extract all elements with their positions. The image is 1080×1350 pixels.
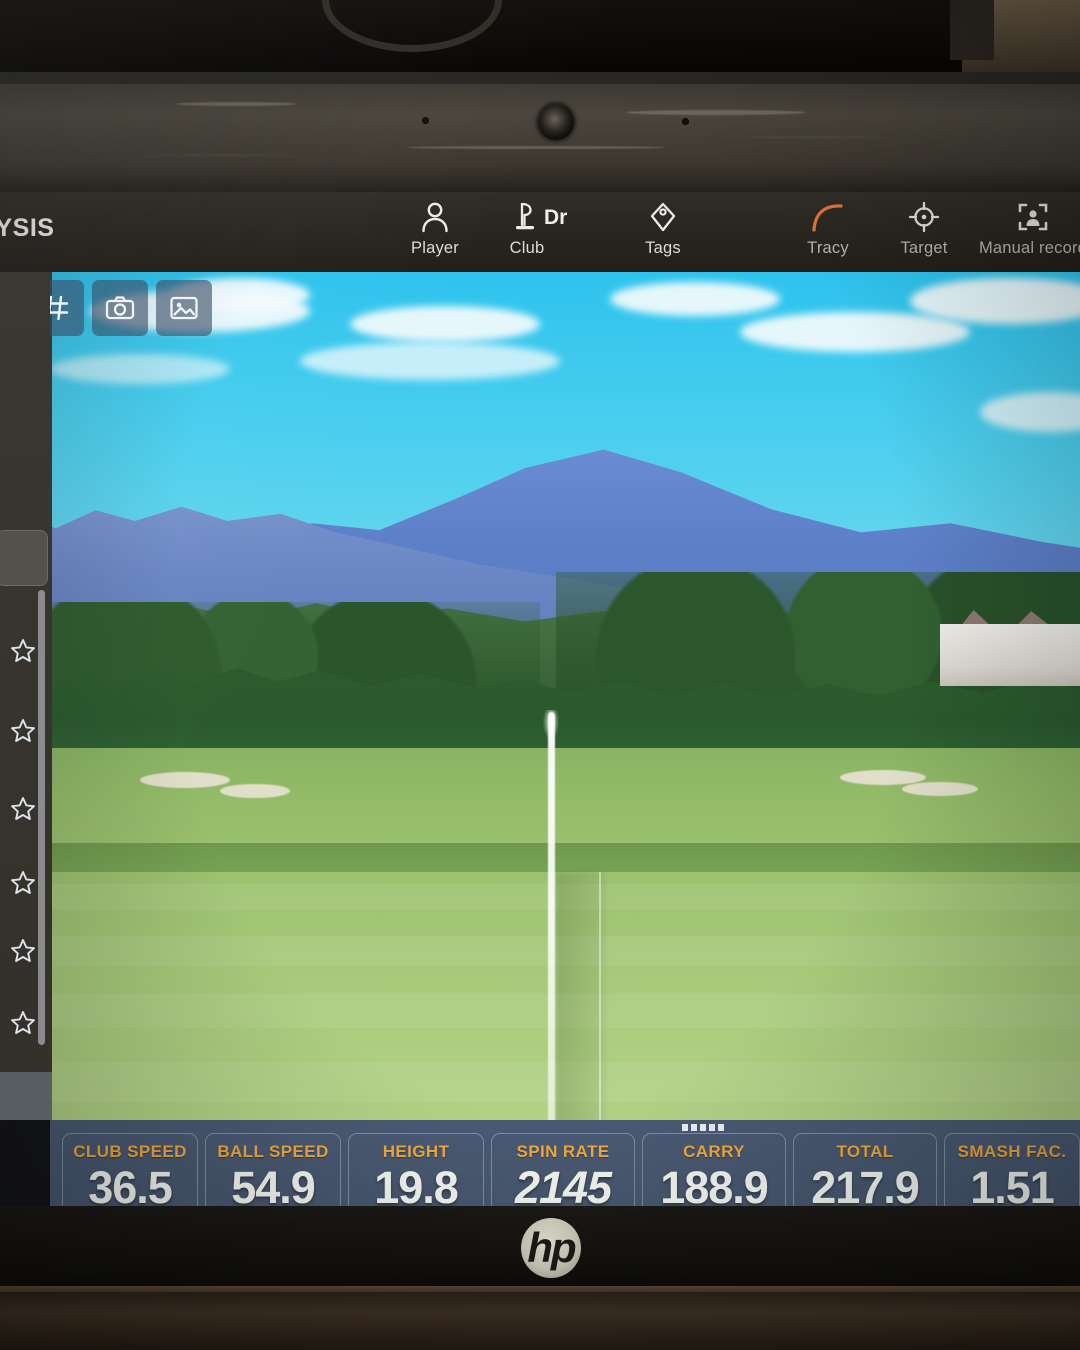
page-title: LYSIS bbox=[0, 214, 55, 242]
gallery-button[interactable] bbox=[156, 280, 212, 336]
stat-card-smash-factor[interactable]: SMASH FAC. 1.51 1.41 ±0.07 bbox=[944, 1133, 1080, 1207]
trajectory-icon bbox=[807, 200, 849, 234]
star-icon bbox=[11, 719, 35, 742]
stat-label: BALL SPEED bbox=[217, 1142, 329, 1161]
stat-card-total[interactable]: TOTAL 217.9 190.2 yds ±18.1 bbox=[793, 1133, 937, 1207]
stat-value: 217.9 bbox=[811, 1162, 920, 1207]
panel-drag-handle[interactable] bbox=[682, 1124, 724, 1131]
golf-simulator-view[interactable] bbox=[50, 272, 1080, 1120]
stat-value: 2145 bbox=[514, 1162, 612, 1207]
stat-label: HEIGHT bbox=[382, 1142, 450, 1161]
webcam-icon bbox=[538, 104, 574, 140]
shot-list-sidebar[interactable] bbox=[0, 272, 52, 1120]
star-icon bbox=[11, 639, 35, 662]
toolbar-label-tracy: Tracy bbox=[807, 239, 849, 257]
stat-card-carry[interactable]: CARRY 188.9 166.5 yds ±19.6 bbox=[642, 1133, 786, 1207]
bunker-left-2 bbox=[220, 784, 290, 798]
toolbar-item-manual-record[interactable]: Manual record bbox=[972, 200, 1080, 258]
toolbar-item-club[interactable]: Club Dr bbox=[481, 200, 573, 258]
stat-card-club-speed[interactable]: CLUB SPEED 36.5 36.4 m/s ±0.3 bbox=[62, 1133, 198, 1207]
stat-label: SMASH FAC. bbox=[957, 1142, 1067, 1161]
desk-surface bbox=[0, 1292, 1080, 1350]
stat-label: CARRY bbox=[683, 1142, 745, 1161]
camera-capture-button[interactable] bbox=[92, 280, 148, 336]
manual-record-icon bbox=[1016, 200, 1050, 234]
laptop-top-bezel bbox=[0, 84, 1080, 192]
laptop-screen: LYSIS Player bbox=[0, 192, 1080, 1207]
scene-toolbar bbox=[50, 280, 212, 336]
background-object-2 bbox=[950, 0, 994, 60]
star-icon bbox=[11, 1011, 35, 1034]
stat-label: TOTAL bbox=[836, 1142, 894, 1161]
stat-label: CLUB SPEED bbox=[73, 1142, 187, 1161]
stat-value: 188.9 bbox=[660, 1162, 769, 1207]
toolbar-item-tags[interactable]: Tags bbox=[617, 200, 709, 258]
star-icon bbox=[11, 871, 35, 894]
ball-flight-trace bbox=[548, 712, 555, 1120]
stat-card-ball-speed[interactable]: BALL SPEED 54.9 51.3 m/s ±2.4 bbox=[205, 1133, 341, 1207]
grid-toggle-button[interactable] bbox=[50, 280, 84, 336]
toolbar-item-player[interactable]: Player bbox=[389, 200, 481, 258]
stat-card-height[interactable]: HEIGHT 19.8 21.3 yds ±7.7 bbox=[348, 1133, 484, 1207]
camera-icon bbox=[105, 296, 135, 320]
ball-trace-apex bbox=[543, 710, 559, 740]
toolbar-label-target: Target bbox=[900, 239, 948, 257]
tag-icon bbox=[648, 200, 678, 234]
gallery-icon bbox=[170, 296, 198, 320]
target-line bbox=[599, 872, 601, 1120]
stat-value: 36.5 bbox=[88, 1162, 173, 1207]
stat-label: SPIN RATE bbox=[516, 1142, 610, 1161]
room-background bbox=[0, 0, 1080, 78]
star-icon bbox=[11, 939, 35, 962]
crosshair-icon bbox=[908, 200, 940, 234]
toolbar-label-manual-record: Manual record bbox=[978, 239, 1080, 257]
stat-card-spin-rate[interactable]: SPIN RATE 2145 2843 rpm ±922 bbox=[491, 1133, 635, 1207]
stat-value: 1.51 bbox=[970, 1162, 1055, 1207]
shot-list-thumbnail[interactable] bbox=[0, 530, 48, 586]
microphone-left bbox=[422, 117, 429, 124]
person-icon bbox=[420, 200, 450, 234]
photo-of-laptop-screen: LYSIS Player bbox=[0, 0, 1080, 1350]
toolbar-label-tags: Tags bbox=[645, 239, 681, 257]
list-separator bbox=[0, 1072, 52, 1120]
club-icon bbox=[512, 200, 542, 234]
hp-logo: hp bbox=[521, 1218, 581, 1278]
bunker-right-2 bbox=[902, 782, 978, 796]
app-top-bar: LYSIS Player bbox=[0, 192, 1080, 272]
sidebar-scrollbar[interactable] bbox=[38, 590, 45, 1045]
club-code-value: Dr bbox=[544, 206, 568, 229]
grid-icon bbox=[50, 295, 69, 321]
toolbar-left-group: Player Club Dr Tags bbox=[389, 200, 709, 258]
toolbar-item-target[interactable]: Target bbox=[876, 200, 972, 258]
bunker-left-1 bbox=[140, 772, 230, 788]
toolbar-label-club: Club bbox=[509, 239, 545, 257]
toolbar-right-group: Tracy Target Manual record bbox=[780, 200, 1080, 258]
toolbar-label-player: Player bbox=[411, 239, 459, 257]
shot-stats-panel: CLUB SPEED 36.5 36.4 m/s ±0.3 BALL SPEED… bbox=[50, 1120, 1080, 1207]
microphone-right bbox=[682, 118, 689, 125]
star-icon bbox=[11, 797, 35, 820]
stat-value: 54.9 bbox=[231, 1162, 316, 1207]
toolbar-item-tracy[interactable]: Tracy bbox=[780, 200, 876, 258]
bunker-right-1 bbox=[840, 770, 926, 785]
clubhouse bbox=[940, 624, 1080, 686]
stat-value: 19.8 bbox=[374, 1162, 459, 1207]
stats-row: CLUB SPEED 36.5 36.4 m/s ±0.3 BALL SPEED… bbox=[62, 1133, 1080, 1207]
